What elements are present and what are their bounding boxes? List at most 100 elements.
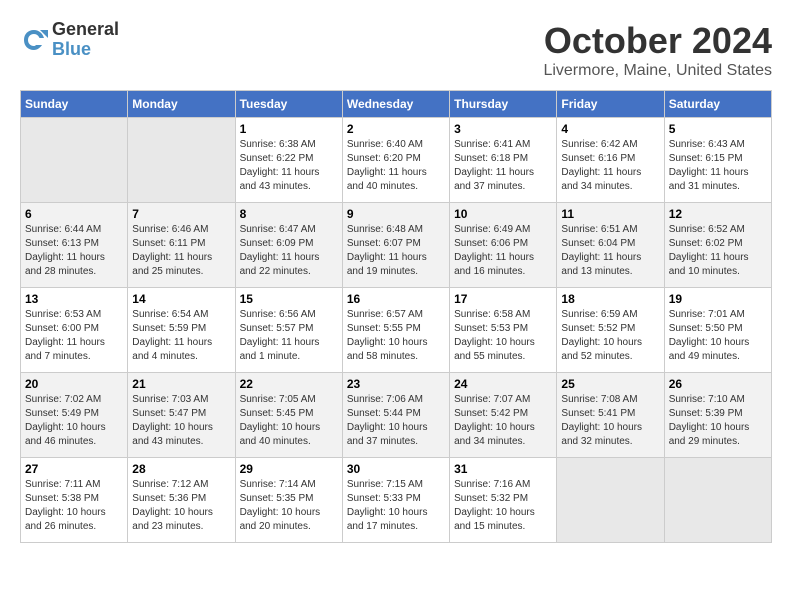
calendar-cell: 18 Sunrise: 6:59 AM Sunset: 5:52 PM Dayli…	[557, 288, 664, 373]
day-number: 27	[25, 462, 123, 476]
day-info: Sunrise: 6:56 AM Sunset: 5:57 PM Dayligh…	[240, 308, 338, 364]
calendar-cell: 21 Sunrise: 7:03 AM Sunset: 5:47 PM Dayli…	[128, 373, 235, 458]
day-number: 12	[669, 207, 767, 221]
calendar-cell: 25Sunrise: 7:08 AM Sunset: 5:41 PM Dayli…	[557, 373, 664, 458]
weekday-header-saturday: Saturday	[664, 91, 771, 118]
calendar-cell: 10 Sunrise: 6:49 AM Sunset: 6:06 PM Dayli…	[450, 203, 557, 288]
day-number: 2	[347, 122, 445, 136]
weekday-header-tuesday: Tuesday	[235, 91, 342, 118]
calendar-cell	[557, 458, 664, 543]
day-number: 17	[454, 292, 552, 306]
day-info: Sunrise: 6:42 AM Sunset: 6:16 PM Dayligh…	[561, 138, 659, 194]
calendar-cell: 6Sunrise: 6:44 AM Sunset: 6:13 PM Daylig…	[21, 203, 128, 288]
day-info: Sunrise: 7:07 AM Sunset: 5:42 PM Dayligh…	[454, 393, 552, 449]
day-number: 18	[561, 292, 659, 306]
day-info: Sunrise: 7:01 AM Sunset: 5:50 PM Dayligh…	[669, 308, 767, 364]
day-number: 23	[347, 377, 445, 391]
calendar-cell: 9Sunrise: 6:48 AM Sunset: 6:07 PM Daylig…	[342, 203, 449, 288]
day-number: 26	[669, 377, 767, 391]
day-info: Sunrise: 7:11 AM Sunset: 5:38 PM Dayligh…	[25, 478, 123, 534]
day-info: Sunrise: 6:58 AM Sunset: 5:53 PM Dayligh…	[454, 308, 552, 364]
logo-icon	[20, 26, 48, 54]
day-number: 16	[347, 292, 445, 306]
day-info: Sunrise: 6:40 AM Sunset: 6:20 PM Dayligh…	[347, 138, 445, 194]
title-block: October 2024 Livermore, Maine, United St…	[543, 20, 772, 80]
day-info: Sunrise: 6:46 AM Sunset: 6:11 PM Dayligh…	[132, 223, 230, 279]
day-info: Sunrise: 7:15 AM Sunset: 5:33 PM Dayligh…	[347, 478, 445, 534]
day-number: 1	[240, 122, 338, 136]
calendar-cell: 15 Sunrise: 6:56 AM Sunset: 5:57 PM Dayli…	[235, 288, 342, 373]
calendar-cell: 2 Sunrise: 6:40 AM Sunset: 6:20 PM Daylig…	[342, 118, 449, 203]
day-number: 3	[454, 122, 552, 136]
calendar-cell: 3 Sunrise: 6:41 AM Sunset: 6:18 PM Daylig…	[450, 118, 557, 203]
calendar-cell: 12 Sunrise: 6:52 AM Sunset: 6:02 PM Dayli…	[664, 203, 771, 288]
day-info: Sunrise: 7:02 AM Sunset: 5:49 PM Dayligh…	[25, 393, 123, 449]
calendar-cell: 20 Sunrise: 7:02 AM Sunset: 5:49 PM Dayli…	[21, 373, 128, 458]
calendar-cell: 7 Sunrise: 6:46 AM Sunset: 6:11 PM Daylig…	[128, 203, 235, 288]
week-row-3: 13 Sunrise: 6:53 AM Sunset: 6:00 PM Dayli…	[21, 288, 772, 373]
calendar-cell: 26 Sunrise: 7:10 AM Sunset: 5:39 PM Dayli…	[664, 373, 771, 458]
day-number: 24	[454, 377, 552, 391]
day-number: 7	[132, 207, 230, 221]
day-number: 28	[132, 462, 230, 476]
calendar-cell: 14 Sunrise: 6:54 AM Sunset: 5:59 PM Dayli…	[128, 288, 235, 373]
day-number: 11	[561, 207, 659, 221]
day-info: Sunrise: 6:49 AM Sunset: 6:06 PM Dayligh…	[454, 223, 552, 279]
day-info: Sunrise: 7:03 AM Sunset: 5:47 PM Dayligh…	[132, 393, 230, 449]
day-number: 13	[25, 292, 123, 306]
day-number: 4	[561, 122, 659, 136]
week-row-4: 20 Sunrise: 7:02 AM Sunset: 5:49 PM Dayli…	[21, 373, 772, 458]
day-info: Sunrise: 6:53 AM Sunset: 6:00 PM Dayligh…	[25, 308, 123, 364]
weekday-header-sunday: Sunday	[21, 91, 128, 118]
month-title: October 2024	[543, 20, 772, 62]
day-number: 15	[240, 292, 338, 306]
week-row-2: 6Sunrise: 6:44 AM Sunset: 6:13 PM Daylig…	[21, 203, 772, 288]
day-number: 8	[240, 207, 338, 221]
day-info: Sunrise: 7:06 AM Sunset: 5:44 PM Dayligh…	[347, 393, 445, 449]
day-info: Sunrise: 6:43 AM Sunset: 6:15 PM Dayligh…	[669, 138, 767, 194]
calendar-table: SundayMondayTuesdayWednesdayThursdayFrid…	[20, 90, 772, 543]
calendar-cell: 27 Sunrise: 7:11 AM Sunset: 5:38 PM Dayli…	[21, 458, 128, 543]
day-number: 9	[347, 207, 445, 221]
day-info: Sunrise: 7:05 AM Sunset: 5:45 PM Dayligh…	[240, 393, 338, 449]
weekday-header-thursday: Thursday	[450, 91, 557, 118]
calendar-cell	[21, 118, 128, 203]
calendar-cell: 13 Sunrise: 6:53 AM Sunset: 6:00 PM Dayli…	[21, 288, 128, 373]
day-number: 5	[669, 122, 767, 136]
calendar-cell: 30 Sunrise: 7:15 AM Sunset: 5:33 PM Dayli…	[342, 458, 449, 543]
calendar-cell: 29Sunrise: 7:14 AM Sunset: 5:35 PM Dayli…	[235, 458, 342, 543]
calendar-cell: 31 Sunrise: 7:16 AM Sunset: 5:32 PM Dayli…	[450, 458, 557, 543]
weekday-header-friday: Friday	[557, 91, 664, 118]
calendar-cell: 8Sunrise: 6:47 AM Sunset: 6:09 PM Daylig…	[235, 203, 342, 288]
calendar-cell: 28 Sunrise: 7:12 AM Sunset: 5:36 PM Dayli…	[128, 458, 235, 543]
weekday-header-row: SundayMondayTuesdayWednesdayThursdayFrid…	[21, 91, 772, 118]
day-info: Sunrise: 7:10 AM Sunset: 5:39 PM Dayligh…	[669, 393, 767, 449]
day-info: Sunrise: 6:59 AM Sunset: 5:52 PM Dayligh…	[561, 308, 659, 364]
calendar-cell: 4 Sunrise: 6:42 AM Sunset: 6:16 PM Daylig…	[557, 118, 664, 203]
day-info: Sunrise: 7:12 AM Sunset: 5:36 PM Dayligh…	[132, 478, 230, 534]
day-number: 10	[454, 207, 552, 221]
page-header: General Blue October 2024 Livermore, Mai…	[20, 20, 772, 80]
day-info: Sunrise: 6:41 AM Sunset: 6:18 PM Dayligh…	[454, 138, 552, 194]
calendar-cell: 17 Sunrise: 6:58 AM Sunset: 5:53 PM Dayli…	[450, 288, 557, 373]
day-info: Sunrise: 6:38 AM Sunset: 6:22 PM Dayligh…	[240, 138, 338, 194]
calendar-cell: 23 Sunrise: 7:06 AM Sunset: 5:44 PM Dayli…	[342, 373, 449, 458]
day-number: 14	[132, 292, 230, 306]
day-number: 31	[454, 462, 552, 476]
day-number: 20	[25, 377, 123, 391]
day-info: Sunrise: 6:44 AM Sunset: 6:13 PM Dayligh…	[25, 223, 123, 279]
calendar-cell: 24 Sunrise: 7:07 AM Sunset: 5:42 PM Dayli…	[450, 373, 557, 458]
day-info: Sunrise: 6:54 AM Sunset: 5:59 PM Dayligh…	[132, 308, 230, 364]
day-info: Sunrise: 6:52 AM Sunset: 6:02 PM Dayligh…	[669, 223, 767, 279]
week-row-5: 27 Sunrise: 7:11 AM Sunset: 5:38 PM Dayli…	[21, 458, 772, 543]
day-info: Sunrise: 7:16 AM Sunset: 5:32 PM Dayligh…	[454, 478, 552, 534]
weekday-header-wednesday: Wednesday	[342, 91, 449, 118]
day-number: 21	[132, 377, 230, 391]
logo-blue: Blue	[52, 40, 119, 60]
calendar-cell	[128, 118, 235, 203]
day-number: 22	[240, 377, 338, 391]
day-number: 19	[669, 292, 767, 306]
day-number: 30	[347, 462, 445, 476]
calendar-cell	[664, 458, 771, 543]
week-row-1: 1 Sunrise: 6:38 AM Sunset: 6:22 PM Daylig…	[21, 118, 772, 203]
